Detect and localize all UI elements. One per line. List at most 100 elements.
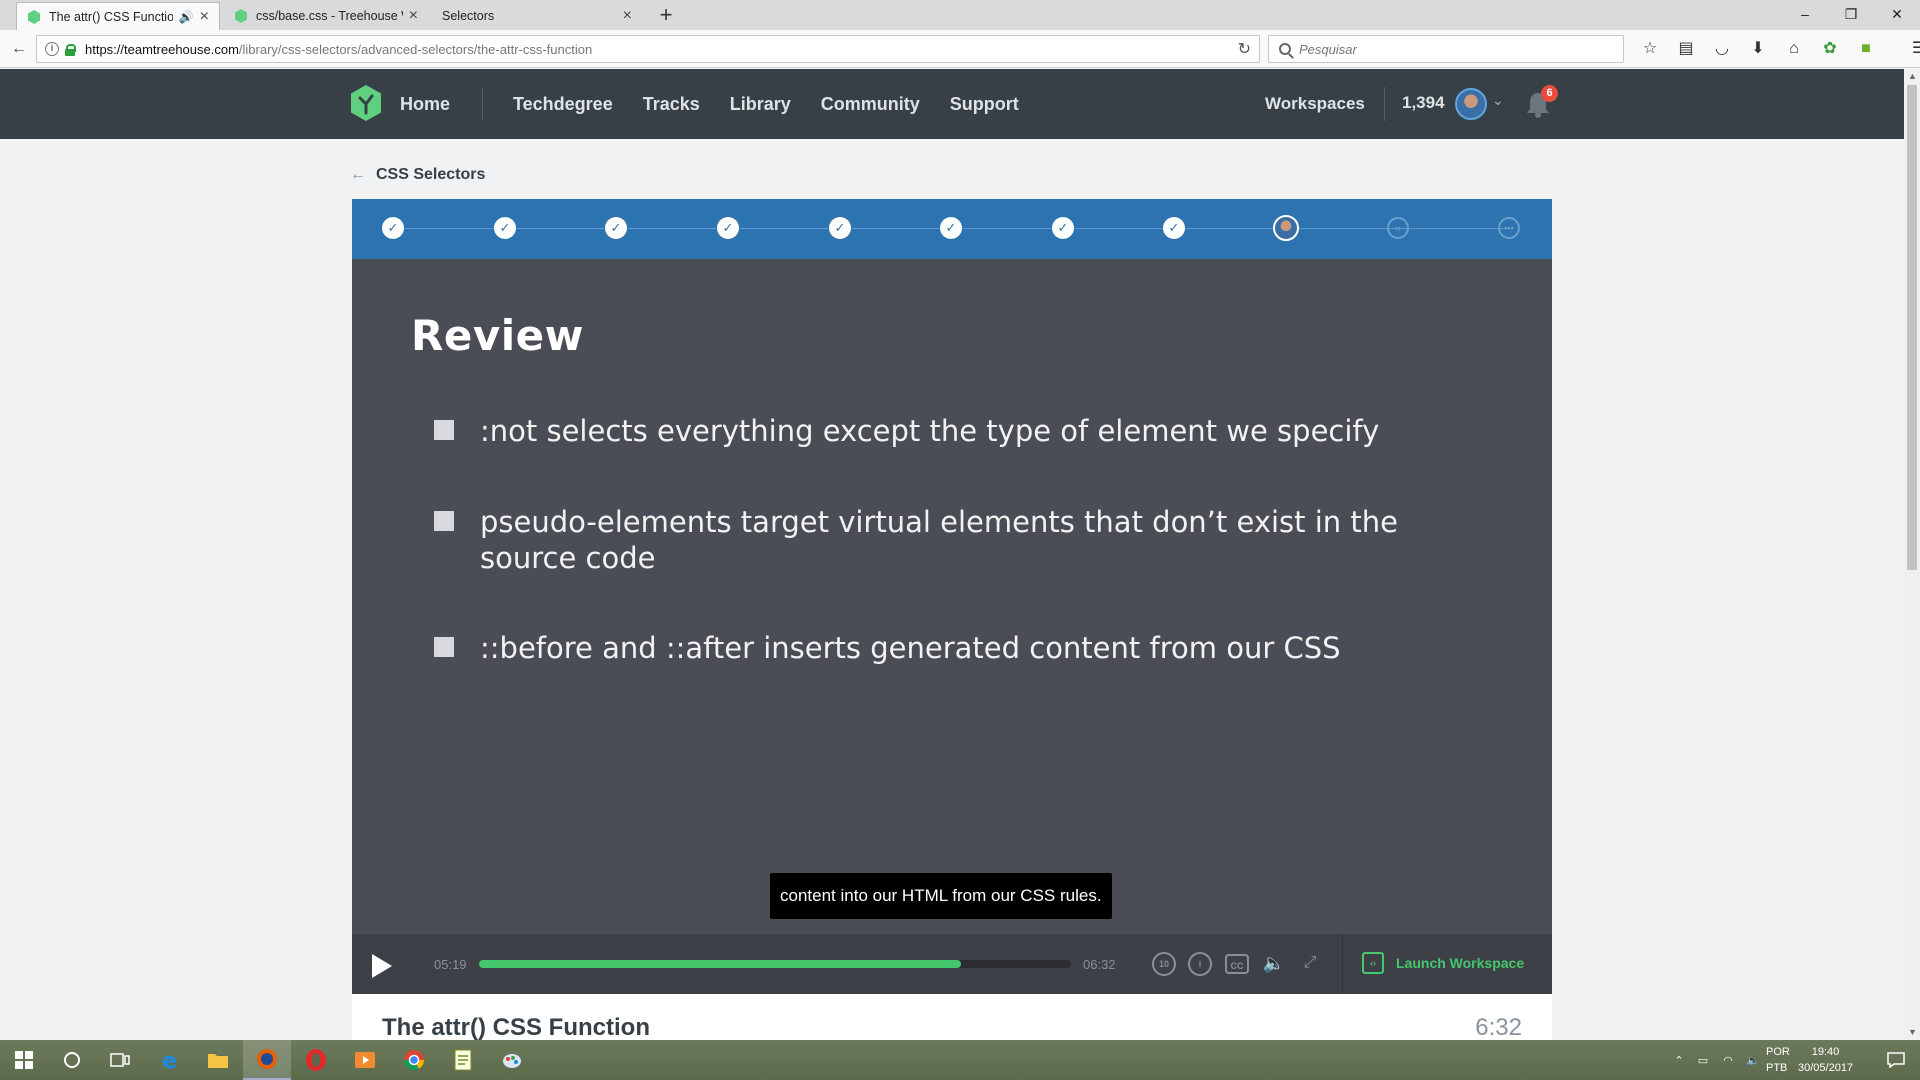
reading-list-icon[interactable]: ▤ [1668,36,1704,62]
video-duration: 6:32 [1475,1014,1522,1040]
extension-square-icon[interactable]: ■ [1848,36,1884,62]
restore-icon[interactable]: ❐ [1828,0,1874,30]
nav-divider [482,87,483,121]
chrome-icon[interactable] [390,1040,438,1080]
info-icon[interactable]: i [45,42,59,56]
player-controls: 05:19 06:32 10 i CC 🔈 ⤢ ‹› Launch Worksp… [352,934,1552,994]
launch-workspace-button[interactable]: ‹› Launch Workspace [1362,952,1524,974]
step-9-current[interactable] [1273,215,1299,241]
menu-icon[interactable]: ☰ [1884,36,1920,62]
scrollbar-thumb[interactable] [1907,85,1917,570]
fullscreen-icon[interactable]: ⤢ [1298,952,1322,976]
home-nav: Home [400,69,480,139]
treehouse-logo-icon[interactable] [350,85,382,121]
chevron-down-icon[interactable]: ⌄ [1492,92,1504,109]
input-language[interactable]: POR PTB [1766,1044,1790,1076]
bullet-text: :not selects everything except the type … [480,414,1380,448]
step-11-quiz-icon[interactable]: ••• [1498,217,1520,239]
svg-text:e: e [162,1049,177,1071]
rewind-10-icon[interactable]: 10 [1152,952,1176,976]
notepad-plus-icon[interactable] [439,1040,487,1080]
step-6-done[interactable]: ✓ [940,217,962,239]
main-nav: Techdegree Tracks Library Community Supp… [513,69,1049,139]
bookmark-star-icon[interactable]: ☆ [1632,36,1668,62]
course-progress-steps: ✓ ✓ ✓ ✓ ✓ ✓ ✓ ✓ ‹› ••• [352,199,1552,259]
bullet-text: pseudo-elements target virtual elements … [480,505,1398,575]
paint-app-icon[interactable] [488,1040,536,1080]
cortana-search-icon[interactable] [48,1040,96,1080]
progress-bar[interactable] [479,960,1071,968]
nav-community[interactable]: Community [821,94,920,115]
opera-icon[interactable] [292,1040,340,1080]
search-placeholder: Pesquisar [1299,41,1357,57]
back-arrow-icon[interactable]: ← [8,38,30,60]
file-explorer-icon[interactable] [194,1040,242,1080]
battery-icon[interactable]: ▭ [1690,1054,1716,1067]
firefox-icon[interactable] [243,1040,291,1080]
nav-home[interactable]: Home [400,94,450,115]
step-3-done[interactable]: ✓ [605,217,627,239]
nav-support[interactable]: Support [950,94,1019,115]
minimize-icon[interactable]: – [1782,0,1828,30]
pocket-icon[interactable]: ◡ [1704,36,1740,62]
video-player[interactable]: ✓ ✓ ✓ ✓ ✓ ✓ ✓ ✓ ‹› ••• Review :not selec… [352,199,1552,994]
nav-library[interactable]: Library [730,94,791,115]
avatar[interactable] [1455,88,1487,120]
nav-techdegree[interactable]: Techdegree [513,94,613,115]
search-input[interactable]: Pesquisar [1268,35,1624,63]
reload-icon[interactable]: ↻ [1238,39,1251,59]
tab-title: The attr() CSS Function | [49,9,173,24]
tab-attr-css-function[interactable]: The attr() CSS Function | 🔊 × [16,2,220,30]
nav-workspaces[interactable]: Workspaces [1265,94,1365,114]
tab-selectors[interactable]: Selectors × [432,2,642,30]
points-count[interactable]: 1,394 [1402,93,1445,113]
page-scrollbar[interactable]: ▲ ▼ [1904,69,1920,1039]
close-window-icon[interactable]: ✕ [1874,0,1920,30]
treehouse-favicon-icon [28,9,40,24]
close-tab-icon[interactable]: × [623,7,632,25]
taskbar-clock[interactable]: 19:40 30/05/2017 [1798,1044,1853,1076]
play-icon[interactable] [372,954,392,978]
step-1-done[interactable]: ✓ [382,217,404,239]
breadcrumb[interactable]: ← CSS Selectors [350,166,485,184]
step-8-done[interactable]: ✓ [1163,217,1185,239]
step-5-done[interactable]: ✓ [829,217,851,239]
step-10-code-icon[interactable]: ‹› [1387,217,1409,239]
home-icon[interactable]: ⌂ [1776,36,1812,62]
tray-expand-icon[interactable]: ⌃ [1668,1054,1690,1067]
workspace-icon: ‹› [1362,952,1384,974]
treehouse-favicon-icon [235,9,247,23]
url-bar[interactable]: i https://teamtreehouse.com/library/css-… [36,35,1260,63]
speaker-icon[interactable]: 🔊 [179,10,194,24]
clock-time: 19:40 [1811,1046,1840,1058]
windows-start-icon[interactable] [0,1040,48,1080]
media-player-icon[interactable] [341,1040,389,1080]
new-tab-button[interactable]: + [652,3,680,29]
bullet-square-icon [434,511,454,531]
close-tab-icon[interactable]: × [409,7,418,25]
closed-captions-icon[interactable]: CC [1225,954,1249,974]
scroll-up-icon[interactable]: ▲ [1908,71,1917,81]
browser-nav-bar: ← i https://teamtreehouse.com/library/cs… [0,30,1920,68]
slide-title: Review [411,311,584,360]
wifi-icon[interactable]: ◠ [1716,1054,1740,1067]
volume-tray-icon[interactable]: 🔈 [1740,1054,1766,1067]
download-icon[interactable]: ⬇ [1740,36,1776,62]
nav-divider [1384,87,1385,121]
extension-bug-icon[interactable]: ✿ [1812,36,1848,62]
step-7-done[interactable]: ✓ [1052,217,1074,239]
controls-divider [1342,934,1343,994]
video-info-panel: The attr() CSS Function 6:32 [352,994,1552,1040]
action-center-icon[interactable] [1872,1040,1920,1080]
nav-tracks[interactable]: Tracks [643,94,700,115]
scroll-down-icon[interactable]: ▼ [1908,1027,1917,1037]
close-tab-icon[interactable]: × [200,8,209,26]
task-view-icon[interactable] [96,1040,144,1080]
tab-title: Selectors [442,9,495,23]
speed-icon[interactable]: i [1188,952,1212,976]
step-4-done[interactable]: ✓ [717,217,739,239]
step-2-done[interactable]: ✓ [494,217,516,239]
tab-base-css[interactable]: css/base.css - Treehouse Wo × [224,2,428,30]
volume-icon[interactable]: 🔈 [1262,952,1286,976]
edge-browser-icon[interactable]: e [146,1040,194,1080]
